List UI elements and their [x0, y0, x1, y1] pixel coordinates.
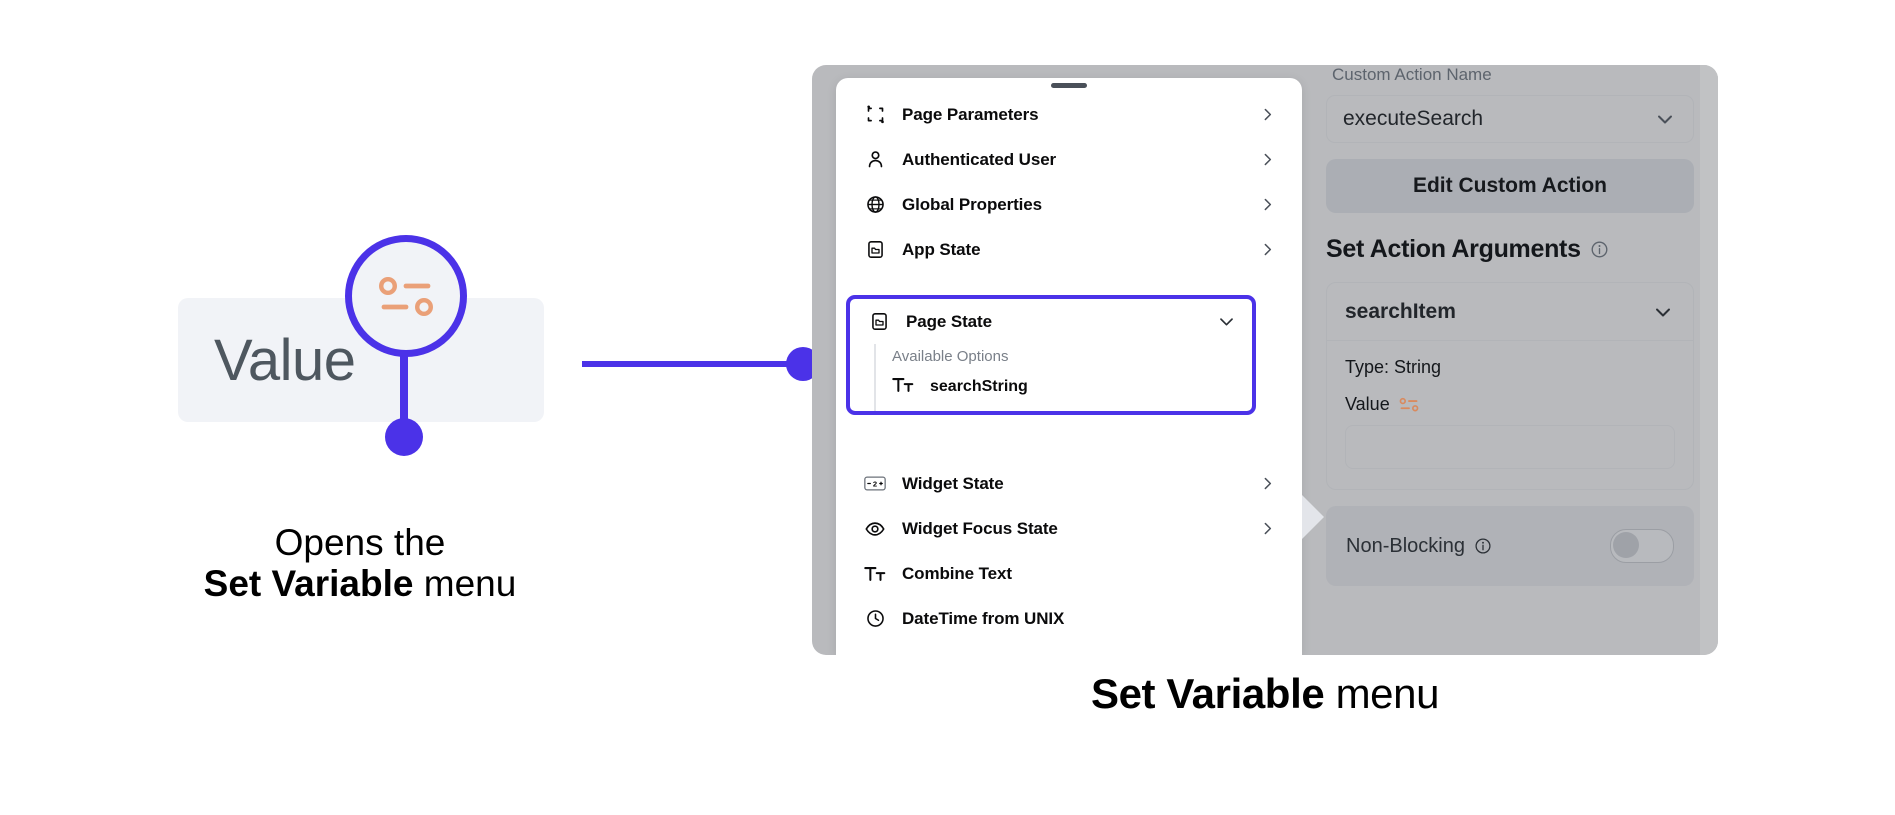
menu-item-app-state[interactable]: App State — [836, 227, 1302, 272]
menu-item-label: Widget State — [902, 473, 1004, 493]
menu-item-label: Global Properties — [902, 194, 1043, 214]
drag-handle[interactable] — [1051, 83, 1087, 88]
menu-item-label: Page Parameters — [902, 104, 1039, 124]
magnifier-dot — [385, 418, 423, 456]
chevron-down-icon — [1656, 308, 1670, 316]
non-blocking-card: Non-Blocking — [1326, 506, 1694, 586]
screenshot-caption-bold: Set Variable — [1090, 670, 1325, 717]
set-action-arguments-heading: Set Action Arguments — [1326, 235, 1694, 264]
page-state-highlight-group: Page State Available Options searchStrin… — [846, 295, 1256, 415]
menu-item-widget-focus-state[interactable]: Widget Focus State — [836, 506, 1302, 551]
argument-name: searchItem — [1345, 299, 1456, 323]
menu-item-datetime-from-unix[interactable]: DateTime from UNIX — [836, 596, 1302, 641]
menu-item-label: Combine Text — [902, 563, 1012, 583]
panel-edge-strip — [1700, 65, 1718, 655]
chevron-right-icon — [1258, 106, 1276, 123]
screenshot-caption: Set Variable menu — [812, 670, 1718, 718]
chevron-right-icon — [1258, 520, 1276, 537]
menu-item-page-state[interactable]: Page State — [850, 299, 1252, 344]
chevron-right-icon — [1258, 196, 1276, 213]
user-icon — [860, 149, 890, 170]
custom-action-name-label: Custom Action Name — [1332, 65, 1492, 84]
argument-value-input[interactable] — [1345, 425, 1675, 469]
connector-line — [582, 361, 794, 367]
menu-item-label: Page State — [906, 311, 992, 331]
available-options-wrap: Available Options searchString — [874, 344, 1252, 411]
eye-icon — [860, 518, 890, 540]
chevron-down-icon — [1658, 115, 1672, 124]
menu-item-label: Widget Focus State — [902, 518, 1058, 538]
svg-text:2: 2 — [873, 480, 877, 489]
argument-value-row: Value — [1345, 394, 1675, 415]
menu-item-global-properties[interactable]: Global Properties — [836, 182, 1302, 227]
set-variable-menu-screenshot: Custom Action Name executeSearch Edit Cu… — [812, 65, 1718, 655]
non-blocking-label: Non-Blocking — [1346, 534, 1465, 557]
app-state-icon — [860, 239, 890, 260]
option-item-label: searchString — [930, 378, 1028, 395]
info-icon[interactable] — [1474, 537, 1492, 555]
custom-action-name-select[interactable]: executeSearch — [1326, 95, 1694, 143]
menu-list-top: Page Parameters Authenticated User Globa… — [836, 92, 1302, 272]
caption-line-2: Set Variable menu — [150, 563, 570, 604]
widget-state-icon: 2 — [860, 475, 890, 492]
caption-after: menu — [413, 563, 517, 605]
set-variable-icon — [378, 276, 434, 317]
action-properties-pane: Custom Action Name executeSearch Edit Cu… — [1320, 65, 1700, 655]
argument-type: Type: String — [1345, 357, 1442, 377]
non-blocking-label-group: Non-Blocking — [1346, 535, 1610, 558]
set-variable-icon[interactable] — [1398, 396, 1420, 413]
menu-item-widget-state[interactable]: 2 Widget State — [836, 461, 1302, 506]
menu-item-combine-text[interactable]: Combine Text — [836, 551, 1302, 596]
non-blocking-toggle[interactable] — [1610, 529, 1674, 563]
chevron-right-icon — [1258, 475, 1276, 492]
caption-line-1: Opens the — [274, 522, 446, 563]
argument-value-label: Value — [1345, 394, 1390, 414]
screenshot-caption-rest: menu — [1324, 670, 1440, 717]
menu-item-authenticated-user[interactable]: Authenticated User — [836, 137, 1302, 182]
option-item-search-string[interactable]: searchString — [876, 371, 1252, 403]
panel-pointer-triangle — [1302, 495, 1324, 539]
set-action-arguments-label: Set Action Arguments — [1326, 235, 1581, 263]
argument-body: Type: String Value — [1327, 341, 1693, 489]
caption-bold: Set Variable — [203, 563, 414, 605]
globe-icon — [860, 194, 890, 215]
text-format-icon — [860, 564, 890, 584]
value-callout: Value — [178, 235, 544, 456]
chevron-right-icon — [1258, 151, 1276, 168]
custom-action-name-value: executeSearch — [1343, 107, 1484, 130]
argument-card: searchItem Type: String Value — [1326, 282, 1694, 490]
menu-item-label: App State — [902, 239, 981, 259]
set-variable-icon-highlight — [345, 235, 467, 357]
value-chip-label: Value — [214, 327, 356, 393]
chevron-right-icon — [1258, 241, 1276, 258]
menu-list-bottom: 2 Widget State Widget Focus State Combin… — [836, 461, 1302, 641]
menu-item-label: DateTime from UNIX — [902, 608, 1065, 628]
available-options-label: Available Options — [892, 348, 1009, 365]
callout-caption: Opens the Set Variable menu — [150, 522, 570, 605]
info-icon[interactable] — [1590, 240, 1609, 259]
menu-item-label: Authenticated User — [902, 149, 1057, 169]
text-format-icon — [892, 375, 914, 400]
page-parameters-icon — [860, 104, 890, 125]
chevron-down-icon[interactable] — [1217, 312, 1236, 331]
clock-icon — [860, 608, 890, 629]
argument-select[interactable]: searchItem — [1327, 283, 1693, 341]
edit-custom-action-button[interactable]: Edit Custom Action — [1326, 159, 1694, 213]
page-state-icon — [864, 311, 894, 332]
menu-item-page-parameters[interactable]: Page Parameters — [836, 92, 1302, 137]
